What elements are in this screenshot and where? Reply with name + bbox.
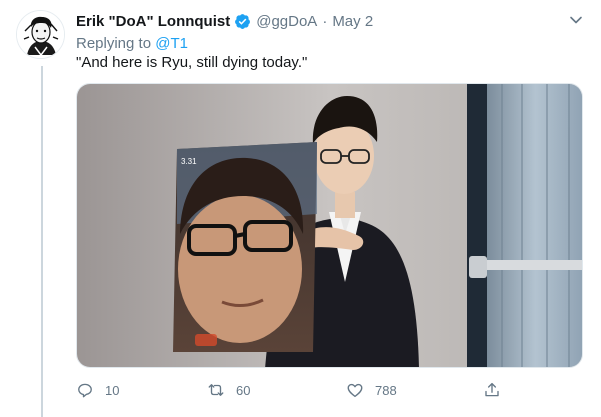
share-button[interactable]: [483, 378, 501, 402]
replying-to: Replying to @T1: [76, 35, 188, 52]
photo-image: 3.31: [77, 84, 582, 367]
media-overlay-text: 3.31: [181, 157, 197, 166]
tweet-text: "And here is Ryu, still dying today.": [76, 54, 308, 71]
user-handle[interactable]: @ggDoA: [256, 13, 317, 30]
like-count: 788: [375, 382, 397, 398]
avatar-caricature-icon: [17, 11, 64, 58]
retweet-button[interactable]: 60: [207, 378, 250, 402]
thread-line: [41, 66, 43, 417]
tweet-actions: 10 60 788: [76, 378, 516, 402]
like-button[interactable]: 788: [346, 378, 397, 402]
separator-dot: ·: [322, 12, 328, 30]
replying-to-mention[interactable]: @T1: [155, 35, 188, 52]
tweet-header: Erik "DoA" Lonnquist @ggDoA · May 2: [76, 10, 585, 32]
tweet-media-photo[interactable]: 3.31: [76, 83, 583, 368]
reply-count: 10: [105, 382, 120, 398]
chevron-down-icon[interactable]: [569, 13, 583, 27]
reply-icon: [78, 383, 92, 398]
display-name[interactable]: Erik "DoA" Lonnquist: [76, 13, 230, 30]
share-icon: [485, 382, 499, 397]
verified-badge-icon: [234, 13, 251, 30]
tweet-date[interactable]: May 2: [332, 13, 373, 30]
reply-button[interactable]: 10: [76, 378, 119, 402]
retweet-count: 60: [236, 382, 251, 398]
replying-to-label: Replying to: [76, 35, 156, 52]
retweet-icon: [208, 384, 224, 396]
avatar[interactable]: [16, 10, 65, 59]
heart-icon: [347, 383, 363, 398]
